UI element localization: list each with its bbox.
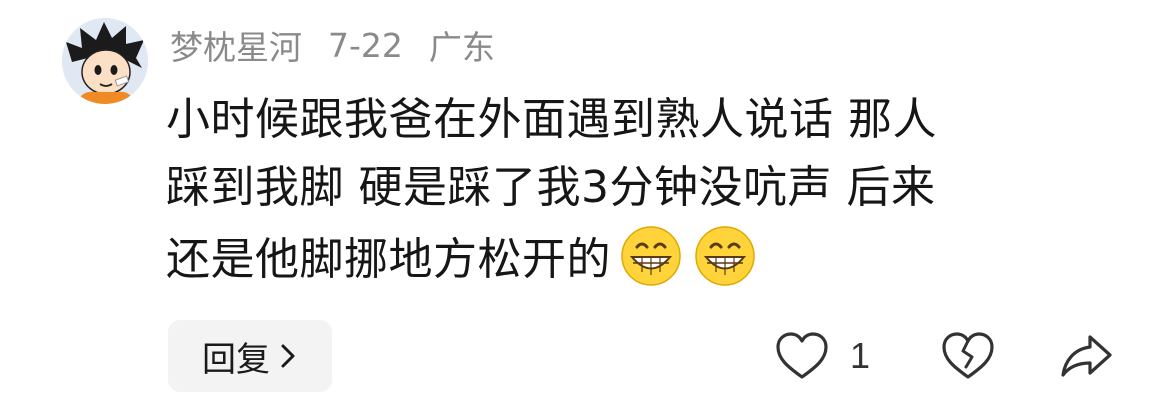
heart-outline-icon bbox=[774, 331, 830, 381]
reply-label: 回复 bbox=[202, 339, 270, 380]
share-arrow-icon bbox=[1058, 331, 1114, 381]
author-name[interactable]: 梦枕星河 bbox=[170, 21, 302, 69]
avatar[interactable] bbox=[62, 18, 148, 104]
comment-meta: 梦枕星河 7-22 广东 bbox=[170, 22, 495, 68]
like-button[interactable]: 1 bbox=[774, 328, 870, 384]
comment-text-line: 踩到我脚 硬是踩了我3分钟没吭声 后来 bbox=[166, 162, 936, 213]
like-count: 1 bbox=[850, 335, 871, 376]
comment-location: 广东 bbox=[428, 28, 495, 67]
share-button[interactable] bbox=[1058, 328, 1114, 384]
comment-date: 7-22 bbox=[328, 25, 403, 65]
comment-text-line-last: 还是他脚挪地方松开的 bbox=[166, 222, 1116, 290]
chevron-right-icon bbox=[278, 342, 298, 370]
grin-emoji bbox=[691, 222, 759, 290]
broken-heart-icon bbox=[940, 331, 996, 381]
comment-text-line: 小时候跟我爸在外面遇到熟人说话 那人 bbox=[166, 94, 937, 145]
dislike-button[interactable] bbox=[940, 328, 996, 384]
reply-button[interactable]: 回复 bbox=[168, 320, 332, 392]
comment-item: 梦枕星河 7-22 广东 小时候跟我爸在外面遇到熟人说话 那人 踩到我脚 硬是踩… bbox=[0, 0, 1176, 407]
grin-emoji bbox=[617, 222, 685, 290]
avatar-image bbox=[62, 18, 148, 104]
comment-text-segment: 还是他脚挪地方松开的 bbox=[166, 234, 611, 285]
comment-text: 小时候跟我爸在外面遇到熟人说话 那人 踩到我脚 硬是踩了我3分钟没吭声 后来 还… bbox=[166, 86, 1116, 290]
